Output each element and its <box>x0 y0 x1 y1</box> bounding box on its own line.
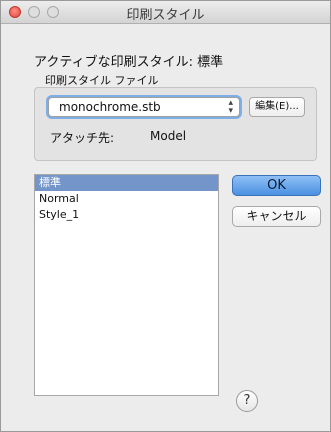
window-title: 印刷スタイル <box>126 8 205 23</box>
active-style-label: アクティブな印刷スタイル: 標準 <box>34 55 224 70</box>
attach-to-label: アタッチ先: <box>50 131 115 145</box>
help-button[interactable]: ? <box>236 390 258 412</box>
updown-arrows-icon: ▴ ▾ <box>228 98 233 116</box>
style-list[interactable]: 標準 Normal Style_1 <box>34 174 219 396</box>
cancel-button[interactable]: キャンセル <box>232 206 321 227</box>
list-item-style-1[interactable]: Style_1 <box>35 207 218 223</box>
attach-to-value: Model <box>150 129 187 143</box>
list-item-standard[interactable]: 標準 <box>35 175 218 191</box>
help-icon: ? <box>243 393 251 408</box>
edit-button[interactable]: 編集(E)... <box>249 97 305 117</box>
print-style-dialog: 印刷スタイル アクティブな印刷スタイル: 標準 印刷スタイル ファイル mono… <box>0 0 331 432</box>
style-file-group-label: 印刷スタイル ファイル <box>45 74 159 87</box>
style-file-select[interactable]: monochrome.stb ▴ ▾ <box>48 97 240 117</box>
style-file-select-value: monochrome.stb <box>59 100 161 114</box>
list-item-normal[interactable]: Normal <box>35 191 218 207</box>
ok-button[interactable]: OK <box>232 175 321 196</box>
title-bar: 印刷スタイル <box>1 1 330 24</box>
